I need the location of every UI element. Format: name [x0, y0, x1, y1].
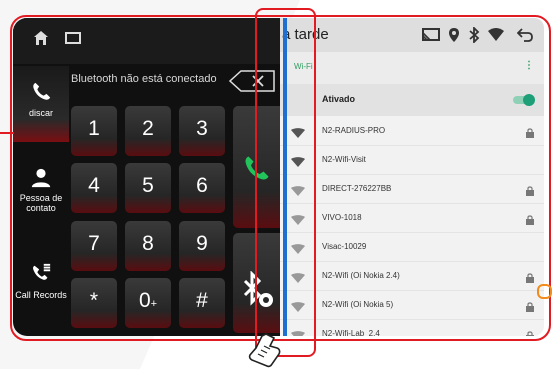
tap-hand-icon: [248, 333, 281, 368]
callout-pointer-line: [0, 132, 14, 134]
touch-indicator: [537, 284, 552, 299]
highlight-frame-drag-column: [255, 8, 316, 357]
